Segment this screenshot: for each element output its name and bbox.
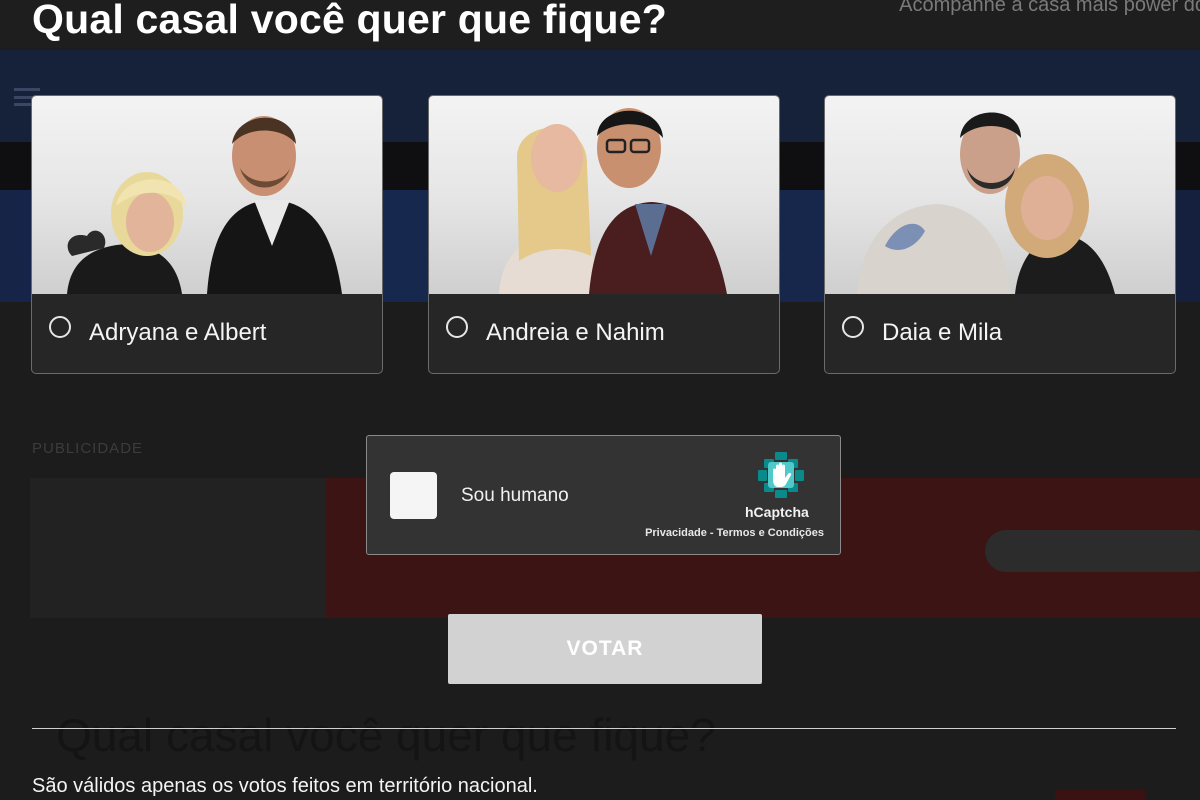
privacy-link[interactable]: Privacidade xyxy=(645,527,707,539)
background-ad-slot xyxy=(30,478,326,618)
background-poll-title: Qual casal você quer que fique? xyxy=(56,709,716,761)
divider xyxy=(32,728,1176,729)
option-row: Adryana e Albert xyxy=(32,294,382,373)
poll-option-andreia-nahim[interactable]: Andreia e Nahim xyxy=(428,95,780,374)
option-label: Andreia e Nahim xyxy=(486,319,665,346)
captcha-brand: hCaptcha xyxy=(745,504,809,520)
hcaptcha-logo-icon xyxy=(758,452,804,498)
poll-option-adryana-albert[interactable]: Adryana e Albert xyxy=(31,95,383,374)
couple-photo-image xyxy=(857,112,1115,294)
voting-note: São válidos apenas os votos feitos em te… xyxy=(32,775,538,797)
option-row: Andreia e Nahim xyxy=(429,294,779,373)
captcha-widget: Sou humano hCaptcha Privacidade - Termos… xyxy=(366,435,841,555)
captcha-checkbox[interactable] xyxy=(390,472,437,519)
couple-photo-image xyxy=(499,108,727,294)
option-label: Daia e Mila xyxy=(882,319,1003,346)
background-ad-stub xyxy=(1055,790,1145,800)
radio-button[interactable] xyxy=(842,316,864,338)
captcha-links: Privacidade - Termos e Condições xyxy=(645,527,824,539)
option-label: Adryana e Albert xyxy=(89,319,267,346)
link-separator: - xyxy=(706,527,717,539)
vote-button[interactable]: VOTAR xyxy=(448,614,762,684)
poll-title: Qual casal você quer que fique? xyxy=(32,0,668,42)
couple-photo xyxy=(32,96,382,294)
background-ad-button xyxy=(985,530,1200,572)
page: Acompanhe a casa mais power do PUBLICIDA… xyxy=(0,0,1200,800)
radio-button[interactable] xyxy=(49,316,71,338)
couple-photo xyxy=(825,96,1175,294)
ad-label: PUBLICIDADE xyxy=(32,440,144,457)
option-row: Daia e Mila xyxy=(825,294,1175,373)
background-tagline: Acompanhe a casa mais power do xyxy=(899,0,1200,16)
radio-button[interactable] xyxy=(446,316,468,338)
poll-option-daia-mila[interactable]: Daia e Mila xyxy=(824,95,1176,374)
captcha-label: Sou humano xyxy=(461,485,569,506)
couple-photo-image xyxy=(67,116,342,294)
terms-link[interactable]: Termos e Condições xyxy=(717,527,824,539)
couple-photo xyxy=(429,96,779,294)
